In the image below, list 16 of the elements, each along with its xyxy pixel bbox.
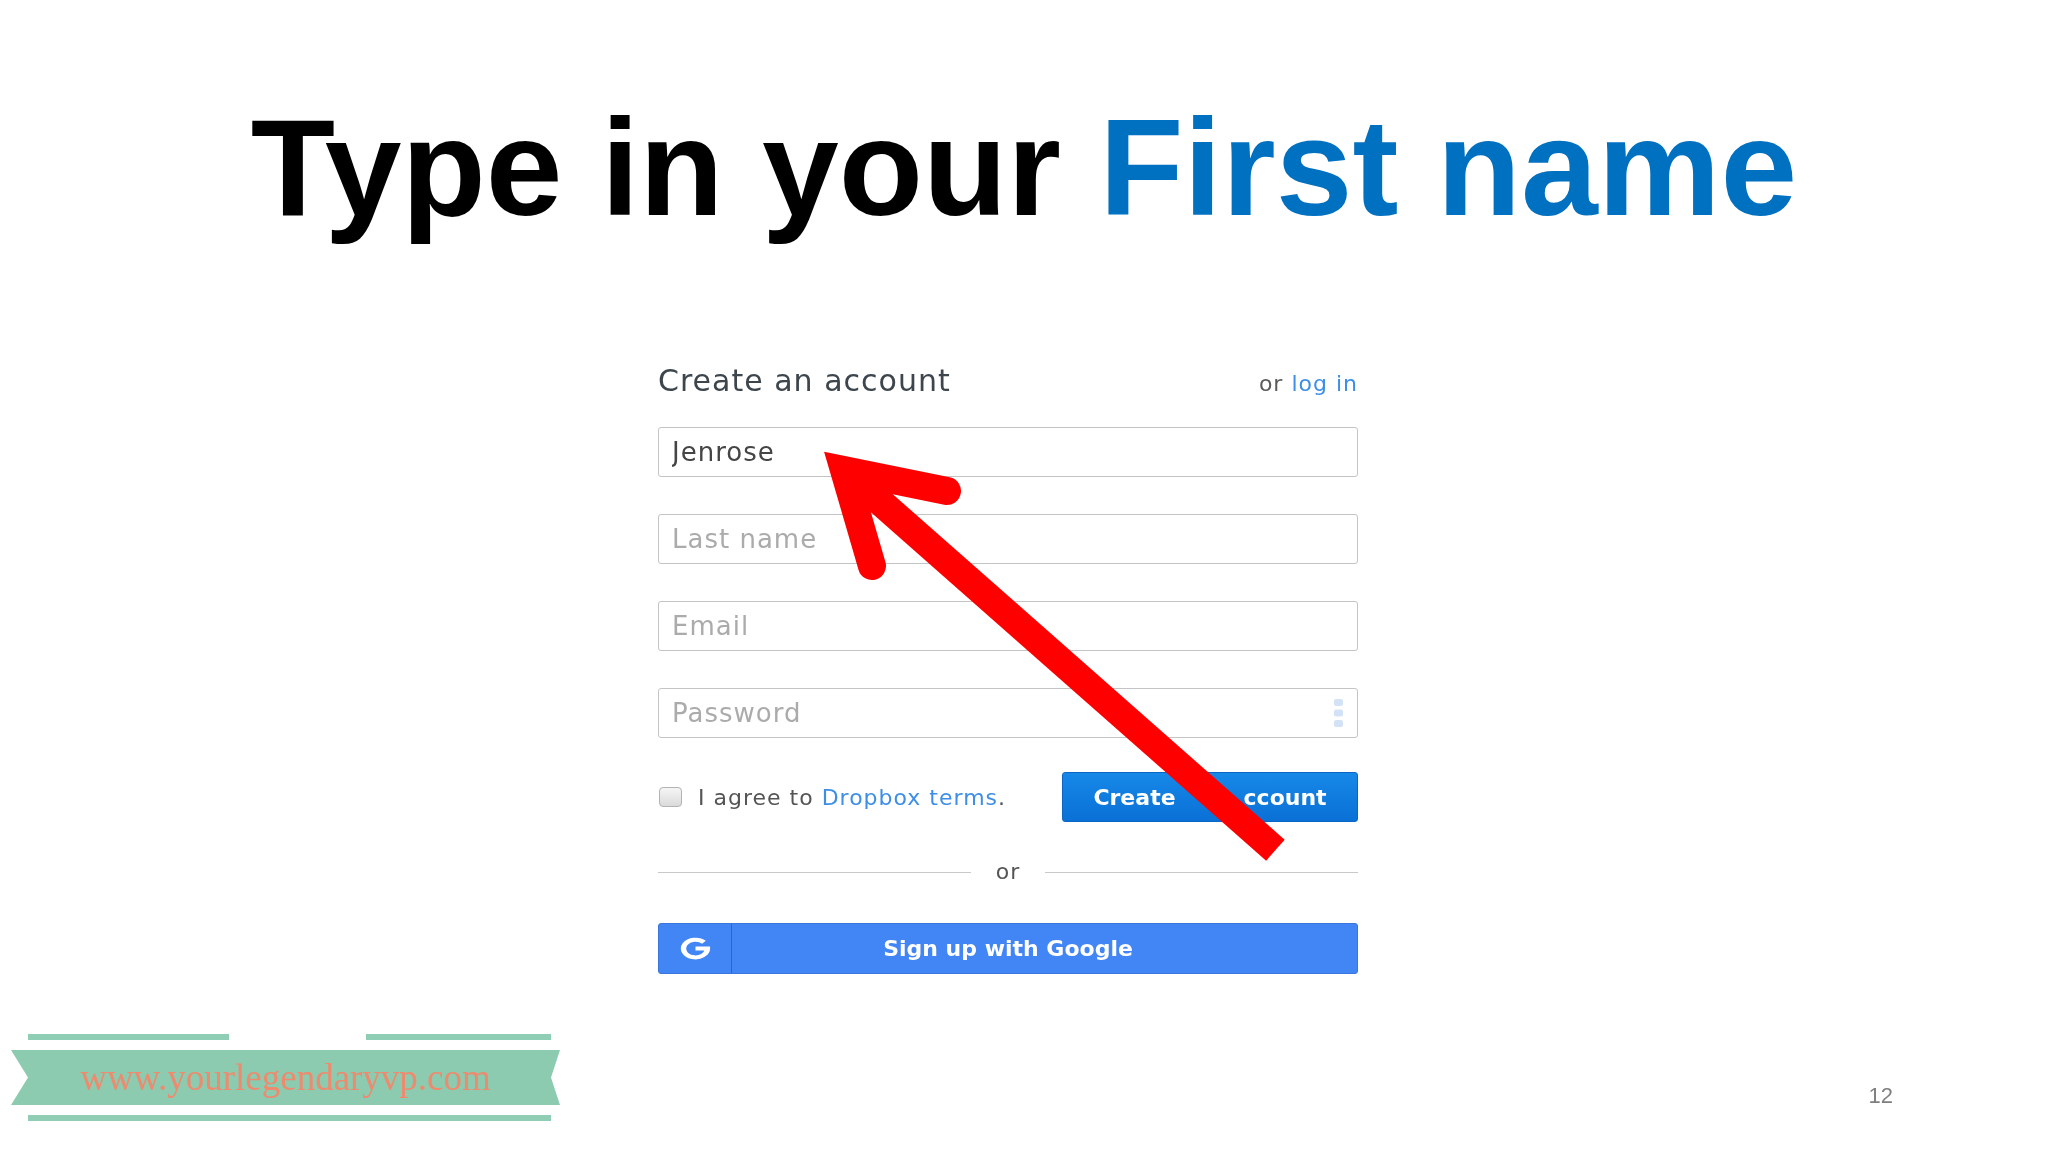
terms-text: I agree to Dropbox terms. <box>698 784 1007 810</box>
divider-label: or <box>994 860 1022 884</box>
terms-link[interactable]: Dropbox terms <box>821 784 999 810</box>
login-prompt: or log in <box>1258 371 1358 396</box>
log-in-link[interactable]: log in <box>1291 371 1358 396</box>
form-heading: Create an account <box>658 363 951 399</box>
text-field[interactable]: Email <box>658 601 1358 651</box>
checkbox[interactable] <box>659 787 682 807</box>
password-field[interactable]: Password <box>658 688 1358 738</box>
page-number: 12 <box>1868 1083 1893 1109</box>
google-signup-button[interactable]: Sign up with Google <box>658 923 1358 974</box>
website-url: www.yourlegendaryvp.com <box>80 1056 491 1099</box>
g-logo-icon <box>679 937 711 960</box>
vertical-dots-icon <box>1334 699 1343 727</box>
slide-title: Type in your First name <box>250 89 1798 246</box>
text-field[interactable]: Last name <box>658 514 1358 564</box>
